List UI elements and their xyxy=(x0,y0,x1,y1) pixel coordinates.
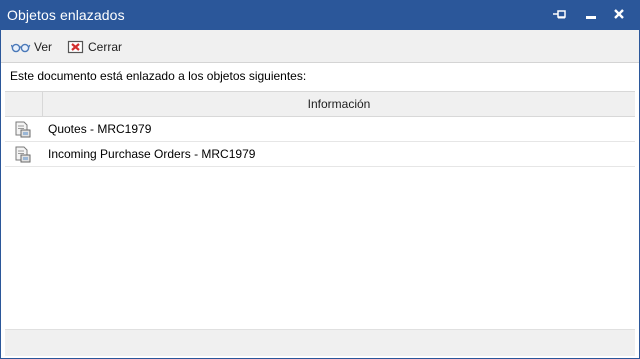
row-label: Incoming Purchase Orders - MRC1979 xyxy=(48,147,256,161)
close-window-button[interactable] xyxy=(608,5,630,25)
close-icon xyxy=(614,9,624,19)
information-column-header[interactable]: Información xyxy=(43,97,635,111)
minimize-icon xyxy=(586,16,596,19)
table-row[interactable]: Incoming Purchase Orders - MRC1979 xyxy=(5,142,635,167)
table-row[interactable]: Quotes - MRC1979 xyxy=(5,117,635,142)
close-document-icon xyxy=(67,40,84,54)
status-bar xyxy=(5,329,635,356)
table-header: Información xyxy=(5,91,635,117)
pin-icon xyxy=(553,10,566,19)
row-label: Quotes - MRC1979 xyxy=(48,122,152,136)
title-bar: Objetos enlazados xyxy=(1,1,639,30)
linked-objects-table: Información Quotes - MRC1979 Incoming Pu… xyxy=(5,91,635,167)
icon-column-header[interactable] xyxy=(5,92,43,116)
pin-button[interactable] xyxy=(549,5,571,25)
linked-objects-caption: Este documento está enlazado a los objet… xyxy=(10,69,307,83)
window-title: Objetos enlazados xyxy=(7,7,125,23)
toolbar: Ver Cerrar xyxy=(1,30,639,63)
linked-document-icon xyxy=(15,121,31,138)
close-button[interactable]: Cerrar xyxy=(67,38,122,56)
linked-objects-window: Objetos enlazados Ver Cerrar Este docume… xyxy=(0,0,640,359)
glasses-icon xyxy=(11,43,31,53)
view-button[interactable]: Ver xyxy=(11,38,52,56)
close-label: Cerrar xyxy=(88,40,123,54)
linked-document-icon xyxy=(15,146,31,163)
view-label: Ver xyxy=(34,40,53,54)
minimize-button[interactable] xyxy=(580,5,602,25)
